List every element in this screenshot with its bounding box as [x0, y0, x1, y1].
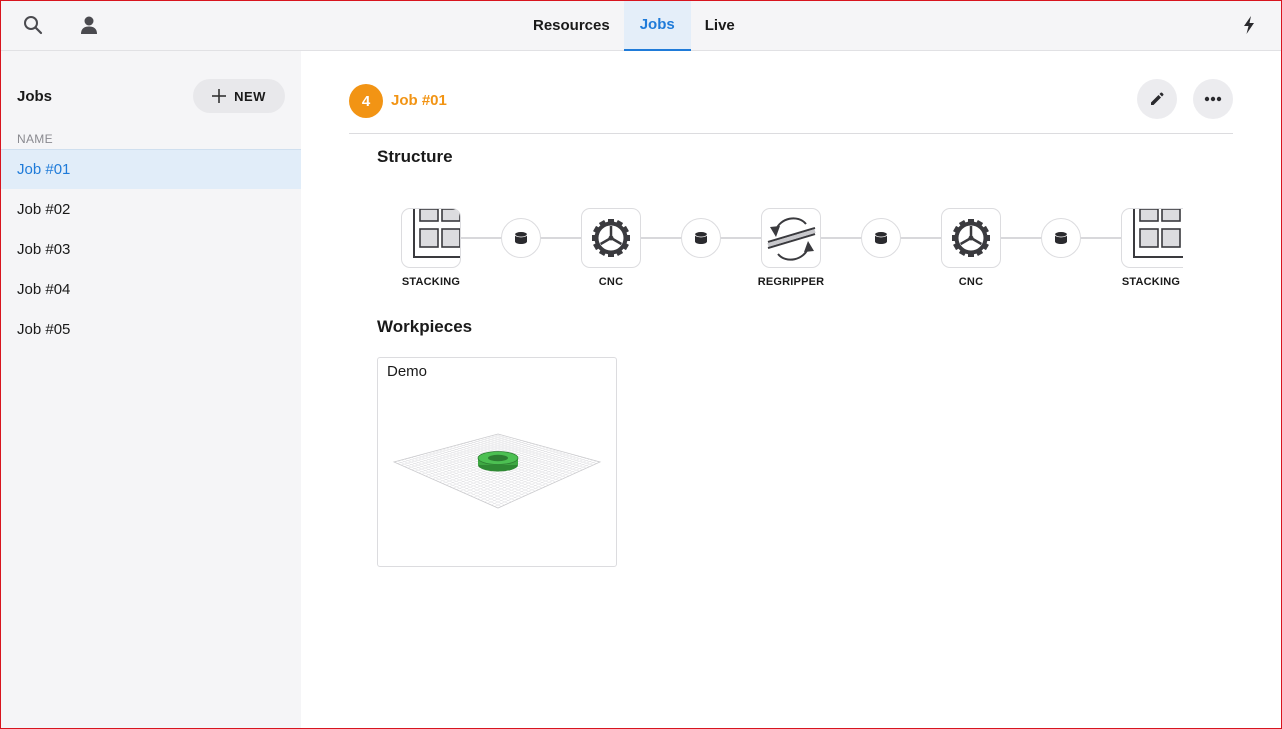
tab-resources[interactable]: Resources [519, 0, 624, 51]
node-label: STACKING [1121, 276, 1181, 288]
job-number-badge: 4 [349, 84, 383, 118]
more-button[interactable] [1193, 79, 1233, 119]
plus-icon [212, 89, 227, 103]
buffer-node[interactable] [501, 218, 541, 258]
structure-title: Structure [377, 147, 453, 166]
column-header-name: NAME [17, 132, 53, 146]
buffer-icon [1054, 232, 1068, 244]
node-label: CNC [598, 276, 624, 288]
structure-flow: STACKING CNC REGRIPPER CNC STACKING [377, 200, 1183, 300]
buffer-node[interactable] [1041, 218, 1081, 258]
workpieces-title: Workpieces [377, 317, 473, 336]
buffer-icon [514, 232, 528, 244]
gear-icon [592, 219, 630, 257]
main-tabs: Resources Jobs Live [519, 0, 749, 51]
header-divider [349, 133, 1233, 134]
gear-icon [952, 219, 990, 257]
node-cnc[interactable] [941, 208, 1001, 268]
buffer-node[interactable] [861, 218, 901, 258]
job-list-item[interactable]: Job #04 [0, 269, 301, 309]
user-icon[interactable] [77, 13, 101, 37]
node-stacking[interactable] [401, 208, 461, 268]
workpiece-ring-icon [392, 433, 602, 509]
new-job-button[interactable]: NEW [193, 79, 285, 113]
stacking-icon [1133, 209, 1183, 258]
stacking-icon [413, 209, 460, 258]
new-job-label: NEW [234, 88, 266, 104]
job-title: Job #01 [391, 92, 447, 109]
tab-live[interactable]: Live [691, 0, 749, 51]
buffer-icon [694, 232, 708, 244]
buffer-icon [874, 232, 888, 244]
workpiece-name: Demo [387, 363, 428, 380]
node-label: STACKING [401, 276, 461, 288]
node-label: CNC [958, 276, 984, 288]
node-label: REGRIPPER [757, 276, 825, 288]
top-bar: Resources Jobs Live [0, 0, 1282, 51]
node-cnc[interactable] [581, 208, 641, 268]
node-regripper[interactable] [761, 208, 821, 268]
node-stacking[interactable] [1121, 208, 1183, 268]
job-list-item[interactable]: Job #02 [0, 189, 301, 229]
edit-button[interactable] [1137, 79, 1177, 119]
job-list-item[interactable]: Job #05 [0, 309, 301, 349]
edit-icon [1151, 92, 1164, 105]
jobs-sidebar: Jobs NEW NAME Job #01 Job #02 Job #03 Jo… [0, 51, 301, 729]
buffer-node[interactable] [681, 218, 721, 258]
sidebar-title: Jobs [17, 88, 53, 105]
bolt-icon[interactable] [1237, 13, 1261, 37]
job-list-item[interactable]: Job #03 [0, 229, 301, 269]
search-icon[interactable] [21, 13, 45, 37]
regripper-icon [767, 217, 816, 261]
workpiece-card[interactable]: Demo [377, 357, 617, 567]
more-icon [1204, 96, 1222, 102]
job-list-item[interactable]: Job #01 [0, 149, 301, 189]
tab-jobs[interactable]: Jobs [623, 0, 691, 51]
job-list: Job #01 Job #02 Job #03 Job #04 Job #05 [0, 149, 301, 349]
